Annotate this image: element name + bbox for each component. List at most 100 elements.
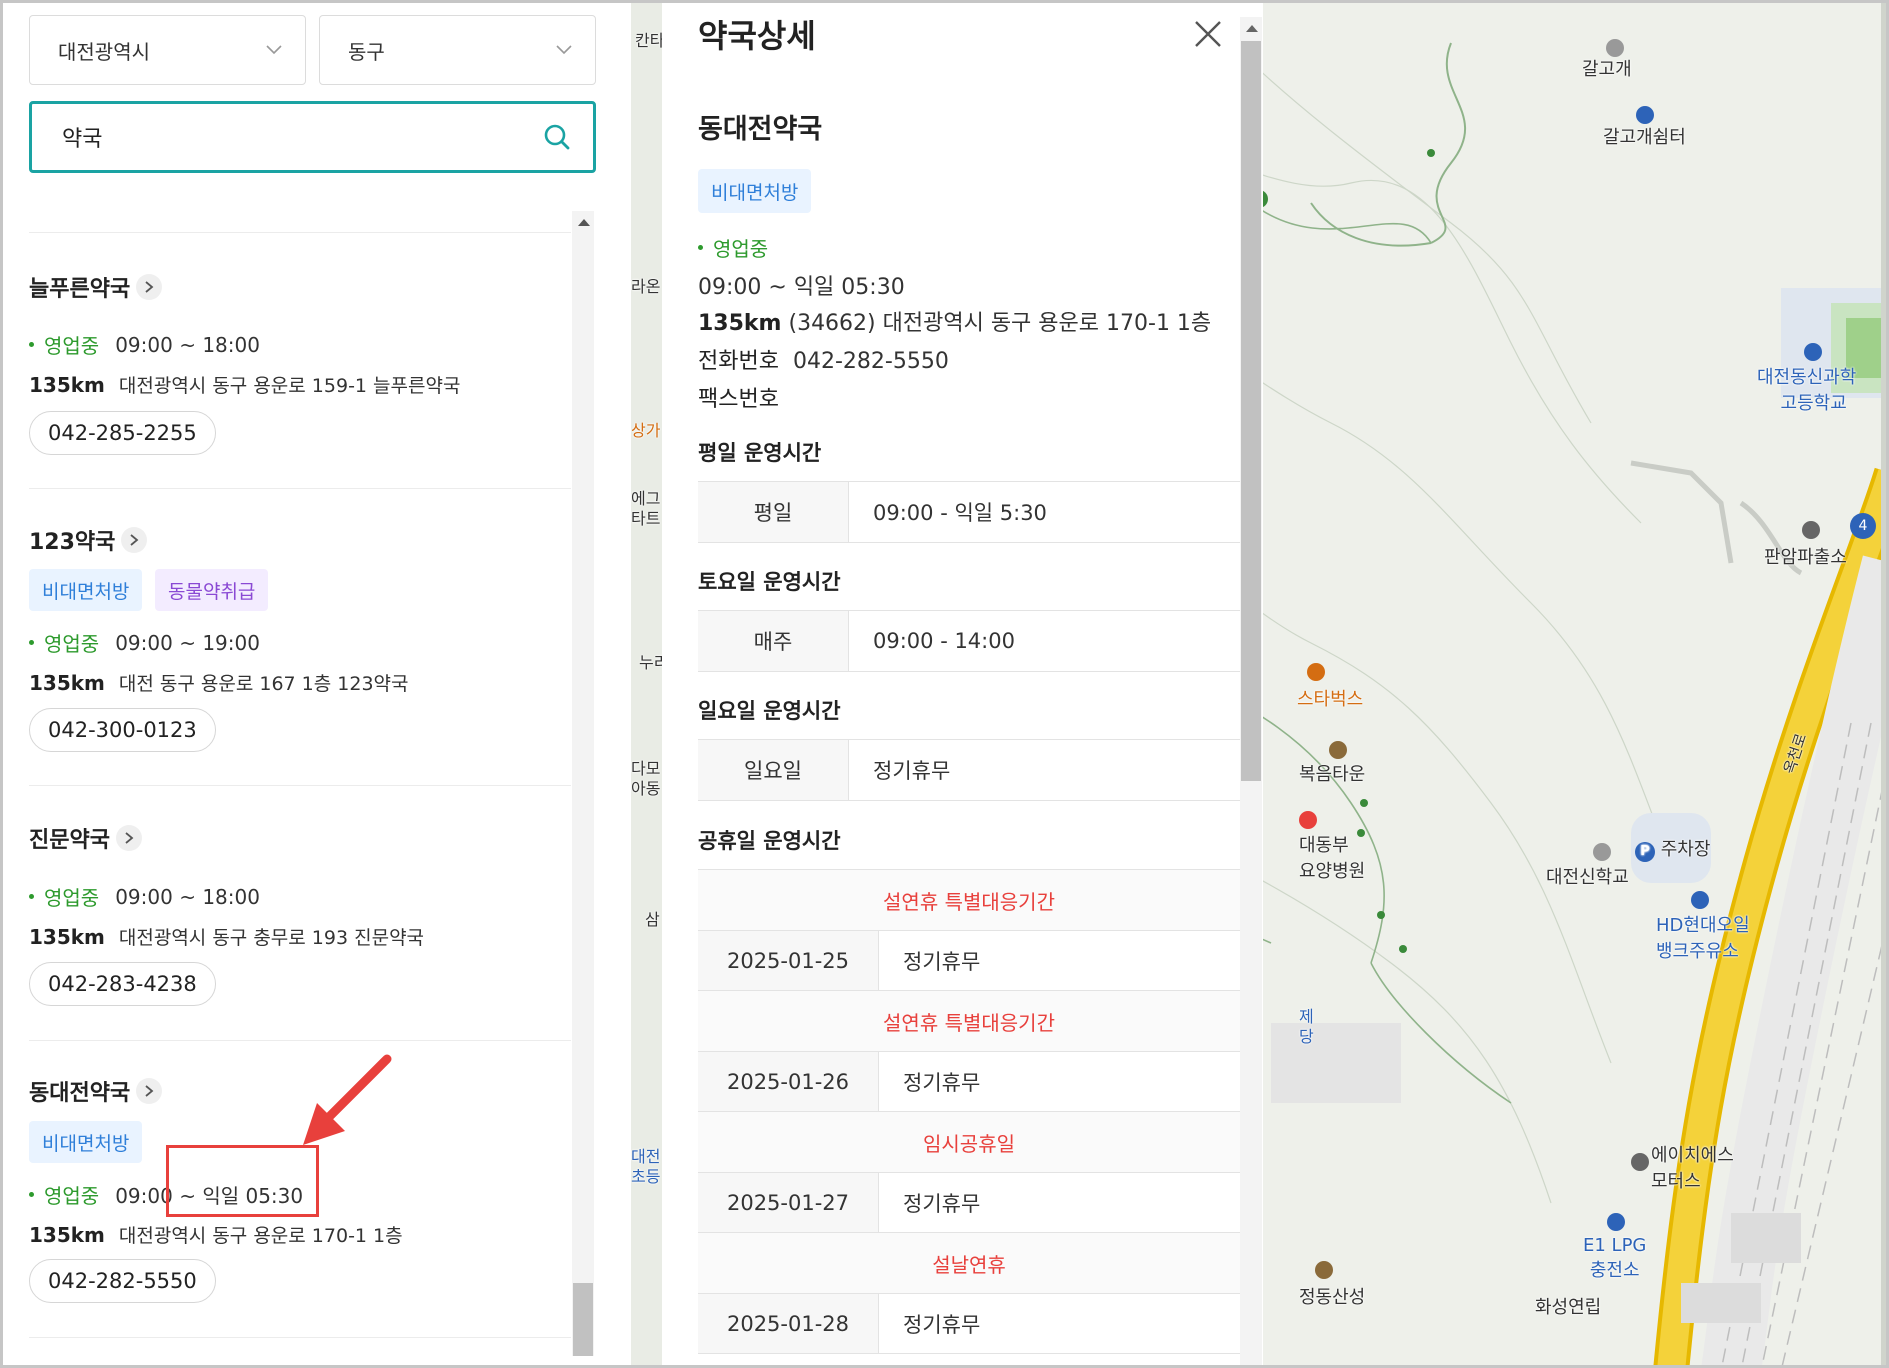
district-select-value: 동구 — [348, 39, 385, 64]
gas-pin-icon[interactable] — [1691, 891, 1709, 909]
pharmacy-address: 135km 대전광역시 동구 용운로 170-1 1층 — [29, 1221, 403, 1248]
detail-phone: 전화번호 042-282-5550 — [698, 343, 949, 375]
map-edge-label: 라온 — [631, 277, 661, 296]
map-edge-label: 누리 — [639, 653, 662, 672]
detail-scrollbar-thumb[interactable] — [1241, 41, 1261, 781]
search-box — [29, 101, 596, 173]
pharmacy-name[interactable]: 123약국 — [29, 524, 148, 556]
list-divider — [29, 1337, 571, 1338]
chevron-right-icon[interactable] — [136, 1078, 163, 1104]
map-edge-label: 아동 — [631, 779, 661, 798]
map-label-gas-line1: HD현대오일 — [1656, 915, 1750, 936]
list-divider — [29, 785, 571, 786]
map-pin-icon[interactable] — [1329, 741, 1347, 759]
map-label-villa: 화성연립 — [1535, 1297, 1602, 1318]
holiday-date: 2025-01-27 — [698, 1173, 879, 1232]
holiday-date: 2025-01-28 — [698, 1294, 879, 1353]
holiday-label: 설날연휴 — [698, 1233, 1240, 1294]
search-icon[interactable] — [543, 123, 571, 151]
map-label-motors-line2: 모터스 — [1651, 1171, 1701, 1192]
city-select[interactable]: 대전광역시 — [29, 15, 306, 85]
pharmacy-address: 135km 대전광역시 동구 충무로 193 진문약국 — [29, 923, 424, 950]
police-pin-icon[interactable] — [1802, 521, 1820, 539]
status-dot — [29, 894, 34, 899]
map-pin-icon[interactable] — [1636, 106, 1654, 124]
saturday-hours-table: 매주 09:00 - 14:00 — [698, 610, 1240, 672]
map-pin-icon[interactable] — [1593, 843, 1611, 861]
table-cell-value: 09:00 - 14:00 — [873, 629, 1015, 653]
status-text: 영업중 — [44, 886, 100, 910]
pharmacy-name[interactable]: 동대전약국 — [29, 1075, 163, 1107]
school-pin-icon[interactable] — [1804, 343, 1822, 361]
holiday-label: 설연휴 특별대응기간 — [698, 991, 1240, 1052]
holiday-value: 정기휴무 — [903, 1312, 981, 1337]
map-pin-icon[interactable] — [1315, 1261, 1333, 1279]
close-icon[interactable] — [1193, 19, 1223, 49]
map-label-hospital: 대동부 요양병원 — [1299, 831, 1365, 883]
map-edge-label: 당 — [1299, 1027, 1314, 1046]
address-text: 대전광역시 동구 충무로 193 진문약국 — [118, 927, 425, 949]
list-scrollbar[interactable] — [572, 211, 594, 1356]
map-label-parking: P 주차장 — [1635, 835, 1710, 862]
parking-icon: P — [1635, 841, 1655, 862]
pharmacy-address: 135km 대전 동구 용운로 167 1층 123약국 — [29, 669, 409, 696]
pharmacy-status: 영업중 09:00 ~ 19:00 — [29, 628, 260, 657]
table-cell-key: 매주 — [698, 611, 849, 671]
pharmacy-name-text: 진문약국 — [29, 828, 110, 853]
holiday-value: 정기휴무 — [903, 1070, 981, 1095]
table-cell-value: 정기휴무 — [873, 759, 951, 783]
pharmacy-name-text: 동대전약국 — [29, 1081, 131, 1106]
list-scrollbar-thumb[interactable] — [573, 1283, 593, 1356]
table-row: 2025-01-27 정기휴무 — [698, 1173, 1240, 1233]
cafe-pin-icon[interactable] — [1307, 663, 1325, 681]
chevron-right-icon[interactable] — [136, 274, 163, 300]
map-label-motors: 에이치에스 모터스 — [1651, 1141, 1734, 1193]
map-label-town: 복음타운 — [1299, 764, 1366, 785]
detail-fax: 팩스번호 — [698, 381, 793, 413]
map-edge-label: 타트 — [631, 509, 661, 528]
district-select[interactable]: 동구 — [319, 15, 596, 85]
phone-button[interactable]: 042-282-5550 — [29, 1259, 216, 1303]
table-cell-key: 평일 — [698, 482, 849, 542]
table-cell-key: 일요일 — [698, 740, 849, 800]
phone-button[interactable]: 042-283-4238 — [29, 962, 216, 1006]
pharmacy-address: 135km 대전광역시 동구 용운로 159-1 늘푸른약국 — [29, 371, 460, 398]
sunday-hours-table: 일요일 정기휴무 — [698, 739, 1240, 801]
table-row: 2025-01-25 정기휴무 — [698, 931, 1240, 991]
map-pin-icon[interactable] — [1606, 39, 1624, 57]
list-divider — [29, 488, 571, 489]
scroll-up-arrow-icon[interactable] — [1246, 25, 1258, 32]
map-label-gas-station: HD현대오일 뱅크주유소 — [1656, 911, 1750, 963]
holiday-date: 2025-01-26 — [698, 1052, 879, 1111]
chevron-right-icon[interactable] — [115, 825, 142, 851]
map-label-starbucks: 스타벅스 — [1297, 689, 1364, 710]
chevron-down-icon — [556, 45, 572, 55]
detail-address: 135km (34662) 대전광역시 동구 용운로 170-1 1층 — [698, 305, 1211, 337]
map-label-lpg: E1 LPG 충전소 — [1583, 1235, 1646, 1282]
holiday-value: 정기휴무 — [903, 949, 981, 974]
holiday-label: 설연휴 특별대응기간 — [698, 870, 1240, 931]
search-input[interactable] — [62, 124, 502, 150]
chevron-right-icon[interactable] — [121, 527, 148, 553]
phone-button[interactable]: 042-285-2255 — [29, 411, 216, 455]
pharmacy-name-text: 늘푸른약국 — [29, 277, 131, 302]
table-row: 매주 09:00 - 14:00 — [698, 611, 1240, 672]
map-edge-label: 초등 — [631, 1167, 661, 1186]
pharmacy-status: 영업중 09:00 ~ 18:00 — [29, 330, 260, 359]
lpg-pin-icon[interactable] — [1607, 1213, 1625, 1231]
weekday-hours-title: 평일 운영시간 — [698, 441, 822, 465]
pharmacy-name[interactable]: 진문약국 — [29, 822, 142, 854]
address-text: 대전광역시 동구 용운로 170-1 1층 — [118, 1225, 403, 1247]
car-pin-icon[interactable] — [1631, 1153, 1649, 1171]
status-text: 영업중 — [44, 334, 100, 358]
status-dot — [29, 342, 34, 347]
scroll-up-arrow-icon[interactable] — [578, 219, 590, 226]
hospital-pin-icon[interactable] — [1299, 811, 1317, 829]
distance-text: 135km — [29, 925, 105, 949]
phone-value[interactable]: 042-282-5550 — [793, 349, 949, 374]
map-label-school1-line1: 대전동신과학 — [1757, 367, 1857, 388]
map-label-school1-line2: 고등학교 — [1780, 393, 1847, 414]
phone-button[interactable]: 042-300-0123 — [29, 708, 216, 752]
distance-text: 135km — [29, 671, 105, 695]
pharmacy-name[interactable]: 늘푸른약국 — [29, 271, 163, 303]
